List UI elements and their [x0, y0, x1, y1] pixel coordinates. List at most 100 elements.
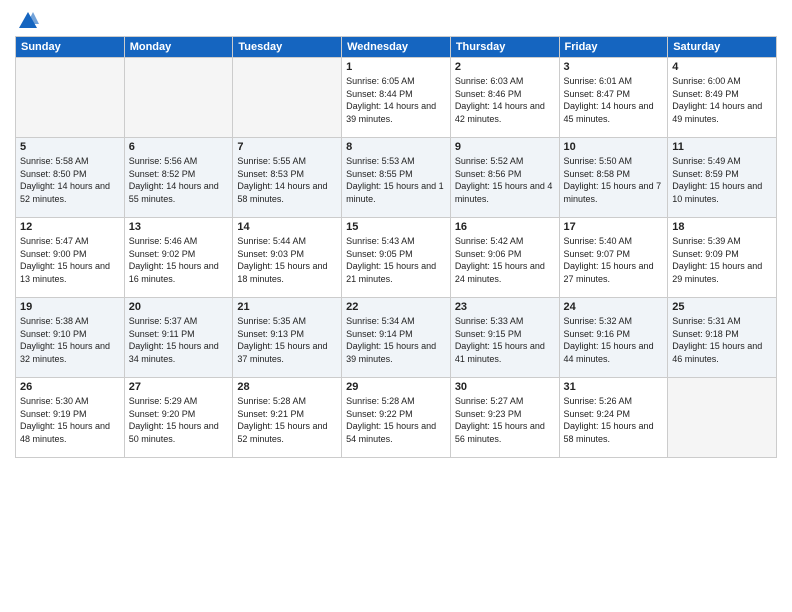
calendar-cell: 14Sunrise: 5:44 AMSunset: 9:03 PMDayligh…: [233, 218, 342, 298]
calendar-cell: 20 Sunrise: 5:37 AMSunset: 9:11 PMDayligh…: [124, 298, 233, 378]
calendar-cell: 24 Sunrise: 5:32 AMSunset: 9:16 PMDayligh…: [559, 298, 668, 378]
day-number: 15: [346, 221, 446, 233]
day-info: Sunrise: 5:58 AMSunset: 8:50 PMDaylight:…: [20, 155, 120, 205]
day-info: Sunrise: 5:50 AMSunset: 8:58 PMDaylight:…: [564, 155, 664, 205]
day-info: Sunrise: 5:37 AMSunset: 9:11 PMDaylight:…: [129, 315, 229, 365]
day-number: 1: [346, 61, 446, 73]
calendar-cell: 31 Sunrise: 5:26 AMSunset: 9:24 PMDayligh…: [559, 378, 668, 458]
day-number: 24: [564, 301, 664, 313]
calendar-cell: 1 Sunrise: 6:05 AMSunset: 8:44 PMDaylight…: [342, 58, 451, 138]
calendar-cell: 21 Sunrise: 5:35 AMSunset: 9:13 PMDayligh…: [233, 298, 342, 378]
day-info: Sunrise: 5:40 AMSunset: 9:07 PMDaylight:…: [564, 235, 664, 285]
calendar-cell: 23 Sunrise: 5:33 AMSunset: 9:15 PMDayligh…: [450, 298, 559, 378]
weekday-header-row: SundayMondayTuesdayWednesdayThursdayFrid…: [16, 37, 777, 58]
day-number: 7: [237, 141, 337, 153]
weekday-header-tuesday: Tuesday: [233, 37, 342, 58]
weekday-header-saturday: Saturday: [668, 37, 777, 58]
day-number: 4: [672, 61, 772, 73]
calendar-cell: 27 Sunrise: 5:29 AMSunset: 9:20 PMDayligh…: [124, 378, 233, 458]
day-number: 20: [129, 301, 229, 313]
calendar-cell: 18 Sunrise: 5:39 AMSunset: 9:09 PMDayligh…: [668, 218, 777, 298]
day-info: Sunrise: 5:47 AMSunset: 9:00 PMDaylight:…: [20, 235, 120, 285]
day-info: Sunrise: 5:49 AMSunset: 8:59 PMDaylight:…: [672, 155, 772, 205]
calendar-cell: 2 Sunrise: 6:03 AMSunset: 8:46 PMDaylight…: [450, 58, 559, 138]
calendar-cell: 30 Sunrise: 5:27 AMSunset: 9:23 PMDayligh…: [450, 378, 559, 458]
calendar-cell: 5 Sunrise: 5:58 AMSunset: 8:50 PMDaylight…: [16, 138, 125, 218]
calendar-cell: 22Sunrise: 5:34 AMSunset: 9:14 PMDayligh…: [342, 298, 451, 378]
weekday-header-wednesday: Wednesday: [342, 37, 451, 58]
calendar-cell: 13 Sunrise: 5:46 AMSunset: 9:02 PMDayligh…: [124, 218, 233, 298]
calendar-cell: 26 Sunrise: 5:30 AMSunset: 9:19 PMDayligh…: [16, 378, 125, 458]
week-row-3: 12 Sunrise: 5:47 AMSunset: 9:00 PMDayligh…: [16, 218, 777, 298]
day-number: 13: [129, 221, 229, 233]
day-info: Sunrise: 5:46 AMSunset: 9:02 PMDaylight:…: [129, 235, 229, 285]
day-info: Sunrise: 5:42 AMSunset: 9:06 PMDaylight:…: [455, 235, 555, 285]
weekday-header-sunday: Sunday: [16, 37, 125, 58]
calendar-cell: 25 Sunrise: 5:31 AMSunset: 9:18 PMDayligh…: [668, 298, 777, 378]
day-info: Sunrise: 5:29 AMSunset: 9:20 PMDaylight:…: [129, 395, 229, 445]
day-info: Sunrise: 5:30 AMSunset: 9:19 PMDaylight:…: [20, 395, 120, 445]
header: [15, 10, 777, 28]
day-info: Sunrise: 5:27 AMSunset: 9:23 PMDaylight:…: [455, 395, 555, 445]
day-number: 30: [455, 381, 555, 393]
calendar-cell: 29Sunrise: 5:28 AMSunset: 9:22 PMDayligh…: [342, 378, 451, 458]
day-number: 23: [455, 301, 555, 313]
day-info: Sunrise: 5:52 AMSunset: 8:56 PMDaylight:…: [455, 155, 555, 205]
day-number: 12: [20, 221, 120, 233]
logo-icon: [17, 10, 39, 32]
day-number: 18: [672, 221, 772, 233]
weekday-header-friday: Friday: [559, 37, 668, 58]
calendar-cell: [16, 58, 125, 138]
day-info: Sunrise: 5:44 AMSunset: 9:03 PMDaylight:…: [237, 235, 337, 285]
day-number: 16: [455, 221, 555, 233]
day-number: 29: [346, 381, 446, 393]
day-info: Sunrise: 5:28 AMSunset: 9:21 PMDaylight:…: [237, 395, 337, 445]
calendar-cell: 8Sunrise: 5:53 AMSunset: 8:55 PMDaylight…: [342, 138, 451, 218]
day-number: 25: [672, 301, 772, 313]
calendar-cell: 4Sunrise: 6:00 AMSunset: 8:49 PMDaylight…: [668, 58, 777, 138]
day-number: 21: [237, 301, 337, 313]
day-info: Sunrise: 5:31 AMSunset: 9:18 PMDaylight:…: [672, 315, 772, 365]
calendar-page: SundayMondayTuesdayWednesdayThursdayFrid…: [0, 0, 792, 612]
day-number: 6: [129, 141, 229, 153]
day-number: 19: [20, 301, 120, 313]
day-number: 9: [455, 141, 555, 153]
day-number: 11: [672, 141, 772, 153]
day-info: Sunrise: 5:35 AMSunset: 9:13 PMDaylight:…: [237, 315, 337, 365]
calendar-cell: 6 Sunrise: 5:56 AMSunset: 8:52 PMDaylight…: [124, 138, 233, 218]
logo: [15, 10, 39, 28]
day-info: Sunrise: 5:39 AMSunset: 9:09 PMDaylight:…: [672, 235, 772, 285]
day-info: Sunrise: 6:03 AMSunset: 8:46 PMDaylight:…: [455, 75, 555, 125]
calendar-cell: 12 Sunrise: 5:47 AMSunset: 9:00 PMDayligh…: [16, 218, 125, 298]
calendar-cell: 11 Sunrise: 5:49 AMSunset: 8:59 PMDayligh…: [668, 138, 777, 218]
day-number: 2: [455, 61, 555, 73]
calendar-cell: 7Sunrise: 5:55 AMSunset: 8:53 PMDaylight…: [233, 138, 342, 218]
calendar-cell: 28Sunrise: 5:28 AMSunset: 9:21 PMDayligh…: [233, 378, 342, 458]
week-row-2: 5 Sunrise: 5:58 AMSunset: 8:50 PMDaylight…: [16, 138, 777, 218]
day-info: Sunrise: 5:43 AMSunset: 9:05 PMDaylight:…: [346, 235, 446, 285]
day-number: 27: [129, 381, 229, 393]
calendar-cell: [668, 378, 777, 458]
calendar-cell: 3 Sunrise: 6:01 AMSunset: 8:47 PMDaylight…: [559, 58, 668, 138]
day-number: 26: [20, 381, 120, 393]
week-row-4: 19 Sunrise: 5:38 AMSunset: 9:10 PMDayligh…: [16, 298, 777, 378]
day-info: Sunrise: 5:33 AMSunset: 9:15 PMDaylight:…: [455, 315, 555, 365]
day-number: 3: [564, 61, 664, 73]
week-row-5: 26 Sunrise: 5:30 AMSunset: 9:19 PMDayligh…: [16, 378, 777, 458]
day-number: 8: [346, 141, 446, 153]
calendar-table: SundayMondayTuesdayWednesdayThursdayFrid…: [15, 36, 777, 458]
day-info: Sunrise: 5:32 AMSunset: 9:16 PMDaylight:…: [564, 315, 664, 365]
calendar-cell: 16 Sunrise: 5:42 AMSunset: 9:06 PMDayligh…: [450, 218, 559, 298]
calendar-cell: 17Sunrise: 5:40 AMSunset: 9:07 PMDayligh…: [559, 218, 668, 298]
day-info: Sunrise: 5:38 AMSunset: 9:10 PMDaylight:…: [20, 315, 120, 365]
day-number: 31: [564, 381, 664, 393]
calendar-cell: 10Sunrise: 5:50 AMSunset: 8:58 PMDayligh…: [559, 138, 668, 218]
day-info: Sunrise: 5:56 AMSunset: 8:52 PMDaylight:…: [129, 155, 229, 205]
calendar-cell: [124, 58, 233, 138]
day-info: Sunrise: 6:05 AMSunset: 8:44 PMDaylight:…: [346, 75, 446, 125]
day-info: Sunrise: 5:34 AMSunset: 9:14 PMDaylight:…: [346, 315, 446, 365]
day-info: Sunrise: 6:01 AMSunset: 8:47 PMDaylight:…: [564, 75, 664, 125]
day-number: 5: [20, 141, 120, 153]
calendar-cell: 19 Sunrise: 5:38 AMSunset: 9:10 PMDayligh…: [16, 298, 125, 378]
day-info: Sunrise: 5:26 AMSunset: 9:24 PMDaylight:…: [564, 395, 664, 445]
